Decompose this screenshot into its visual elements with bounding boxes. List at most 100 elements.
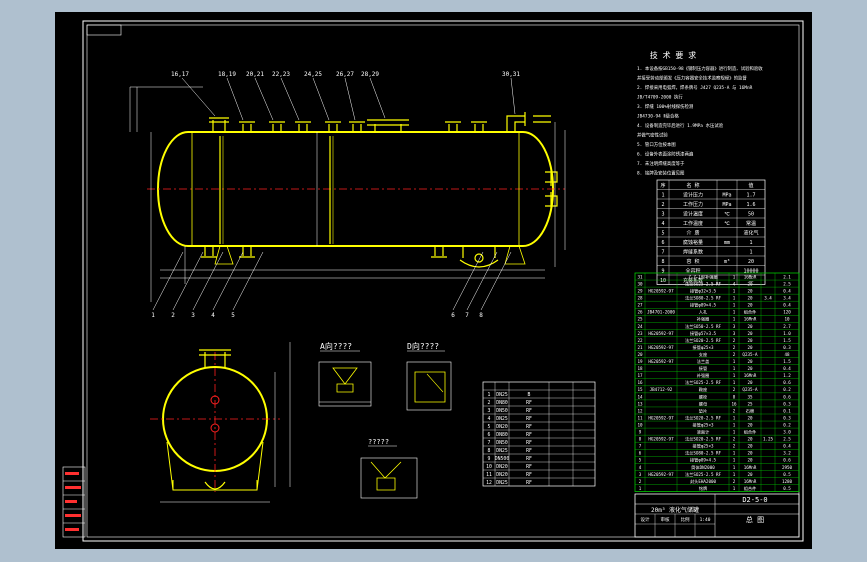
leader-label: 3 [191, 312, 195, 319]
weld-detail[interactable]: ????? [360, 438, 418, 499]
bom-cell: 1 [733, 296, 736, 301]
spec-cell: m³ [724, 259, 730, 265]
bom-cell: 2 [733, 338, 736, 343]
bom-cell: 3.4 [764, 296, 772, 301]
section-d-detail[interactable]: D向???? [406, 341, 452, 411]
spec-cell: mm [724, 240, 730, 246]
spec-cell: 值 [748, 182, 753, 189]
bom-cell: HG20592-97 [648, 289, 674, 294]
nozzle-cell: 1 [488, 392, 491, 398]
spec-cell: MPa [722, 193, 731, 199]
bom-cell: 液面计 [697, 429, 710, 436]
bom-cell: 0.3 [783, 415, 791, 420]
bom-cell: 1 [733, 310, 736, 315]
title-field-name: 20m³ 液化气储罐 [651, 506, 699, 514]
elevation-label: 18,19 [218, 71, 236, 78]
leader-label: 2 [171, 312, 175, 319]
bom-cell: 1 [733, 430, 736, 435]
leader-line [172, 251, 204, 311]
spec-cell: 腐蚀裕量 [683, 239, 703, 246]
nozzle-cell: 4 [488, 416, 491, 422]
note-line: 8. 铭牌及安装位置见图 [637, 170, 685, 177]
bom-cell: 接管φ25×3 [693, 344, 714, 351]
bom-cell: 1 [733, 289, 736, 294]
nozzle-cell: 3 [488, 408, 491, 414]
bom-cell: 组合件 [744, 309, 757, 316]
bom-cell: 0.3 [783, 345, 791, 350]
top-leader-lines [181, 77, 516, 121]
bom-cell: 法兰SO20-2.5 RF [685, 337, 722, 344]
bom-cell: HG20592-97 [648, 359, 674, 364]
bom-cell: 0.5 [783, 486, 791, 491]
technical-notes: 技 术 要 求 1. 本设备按GB150-98《钢制压力容器》进行制造、试验和验… [637, 50, 763, 177]
bom-cell: 2.1 [783, 274, 791, 279]
drawing-sheet[interactable]: 16,17 18,19 20,21 22,23 24,25 26,27 28,29 30,31… [55, 12, 812, 549]
bom-cell: HG20592-97 [648, 331, 674, 336]
bom-cell: 0.6 [783, 458, 791, 463]
bom-cell: 垫片 [699, 407, 707, 414]
bom-cell: 2.7 [783, 324, 791, 329]
bom-cell: 1 [733, 422, 736, 427]
nozzle-cell: DN25 [496, 480, 508, 486]
nozzle-cell: DN50 [496, 408, 508, 414]
leader-label: 8 [479, 312, 483, 319]
bom-cell: 1 [733, 317, 736, 322]
spec-cell: 容 积 [686, 258, 699, 265]
vessel-elevation-view[interactable]: 16,17 18,19 20,21 22,23 24,25 26,27 28,29 30,31… [129, 71, 566, 319]
elevation-label: 30,31 [502, 71, 520, 78]
bom-cell: 23 [637, 331, 643, 336]
spec-cell: 1.7 [746, 193, 755, 199]
bom-cell: 20 [747, 289, 753, 294]
bom-cell: 13 [637, 401, 643, 406]
bom-cell: 20 [747, 345, 753, 350]
bom-cell: 9 [639, 430, 642, 435]
leader-label: 1 [151, 312, 155, 319]
spec-cell: 3 [661, 212, 664, 218]
bom-cell: 2 [639, 479, 642, 484]
bom-cell: 2 [733, 479, 736, 484]
bom-cell: 补强圈 [697, 372, 710, 379]
bom-cell: 法兰SO80-2.5 RF [685, 295, 722, 302]
bom-cell: HG20592-97 [648, 415, 674, 420]
bom-cell: Z-Z-1型补强圈 [688, 273, 717, 280]
spec-cell: 设计温度 [683, 211, 703, 218]
vessel-end-view[interactable] [150, 342, 291, 503]
bom-cell: 1.5 [783, 338, 791, 343]
bom-cell: 12 [637, 408, 643, 413]
nozzle-cell: 9 [488, 456, 491, 462]
bom-cell: 1.2 [783, 373, 791, 378]
nozzle-cell: DN80 [496, 432, 508, 438]
note-line: 6. 设备外表面涂防锈漆两遍 [637, 151, 694, 158]
bom-cell: 10 [784, 317, 790, 322]
bom-cell: 2 [733, 408, 736, 413]
nozzle-cell: DN50 [496, 440, 508, 446]
drawing-number: D2-5-0 [742, 496, 767, 504]
cad-viewport[interactable]: 16,17 18,19 20,21 22,23 24,25 26,27 28,29 30,31… [0, 0, 867, 562]
spec-cell: 常温 [746, 220, 756, 227]
leader-line [192, 251, 224, 311]
nozzle-cell: B [528, 392, 531, 398]
note-line: 2. 焊接采用电弧焊，焊条牌号 J427 Q235-A 与 16MnR [637, 84, 753, 91]
bom-cell: 2950 [782, 465, 793, 470]
bom-cell: 4 [639, 465, 642, 470]
section-a-detail[interactable]: A向???? [318, 341, 372, 407]
bom-cell: 20 [747, 324, 753, 329]
elevation-label: 22,23 [272, 71, 290, 78]
nozzle-cell: DN25 [496, 448, 508, 454]
bom-cell: 接管φ57×3.5 [690, 330, 717, 337]
bom-cell: 法兰SO80-2.5 RF [685, 450, 722, 457]
bom-cell: 组合件 [744, 429, 757, 436]
bom-cell: 20 [747, 437, 753, 442]
spec-cell: 9 [661, 269, 664, 275]
left-stamp-column [62, 466, 86, 538]
bom-cell: 20 [747, 303, 753, 308]
bom-cell: 20 [747, 458, 753, 463]
bom-cell: 3 [639, 472, 642, 477]
nozzle-cell: RF [526, 416, 532, 422]
bom-cell: 1280 [782, 479, 793, 484]
bom-cell: 20 [747, 380, 753, 385]
nozzle-cell: RF [526, 400, 532, 406]
bom-cell: 15 [637, 387, 643, 392]
section-d-title: D向???? [407, 341, 439, 351]
bom-cell: 0.6 [783, 380, 791, 385]
